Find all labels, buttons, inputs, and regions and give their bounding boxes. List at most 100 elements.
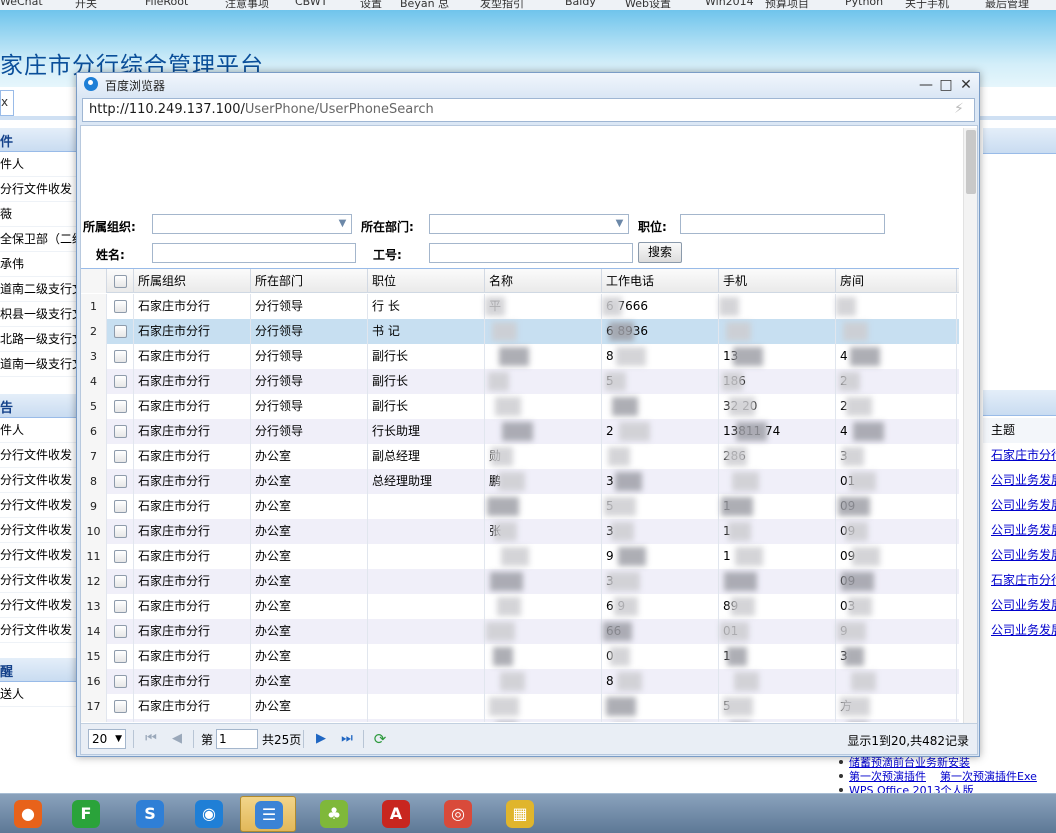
panel-list-item[interactable]: 道南一级支行文 xyxy=(0,352,80,377)
row-checkbox[interactable] xyxy=(114,625,127,638)
header-work-phone[interactable]: 工作电话 xyxy=(602,269,719,293)
table-row[interactable]: 9石家庄市分行办公室5109 xyxy=(81,494,959,519)
panel-list-item[interactable]: 分行文件收发 xyxy=(0,518,80,543)
rubik-icon[interactable]: ▦ xyxy=(506,800,534,828)
row-checkbox[interactable] xyxy=(114,425,127,438)
row-checkbox[interactable] xyxy=(114,375,127,388)
right-panel-link[interactable]: 公司业务发展 xyxy=(983,543,1056,568)
name-input[interactable] xyxy=(152,243,356,263)
current-page-input[interactable]: 1 xyxy=(216,729,258,749)
row-checkbox[interactable] xyxy=(114,350,127,363)
row-select-cell[interactable] xyxy=(107,544,134,569)
taskbar-item[interactable]: ♣ xyxy=(306,796,362,832)
panel-list-item[interactable]: 件人 xyxy=(0,418,80,443)
scrollbar-thumb[interactable] xyxy=(966,130,976,194)
favorite-link[interactable]: Web设置 xyxy=(625,0,671,10)
panel-list-item[interactable]: 分行文件收发 xyxy=(0,468,80,493)
dept-select[interactable]: ▼ xyxy=(429,214,629,234)
pdf-icon[interactable]: A xyxy=(382,800,410,828)
table-row[interactable]: 10石家庄市分行办公室张3109 xyxy=(81,519,959,544)
row-select-cell[interactable] xyxy=(107,694,134,719)
header-position[interactable]: 职位 xyxy=(368,269,485,293)
row-select-cell[interactable] xyxy=(107,344,134,369)
python-icon[interactable]: ♣ xyxy=(320,800,348,828)
right-panel-link[interactable]: 公司业务发展 xyxy=(983,468,1056,493)
panel-list-item[interactable]: 分行文件收发 xyxy=(0,493,80,518)
row-select-cell[interactable] xyxy=(107,444,134,469)
table-row[interactable]: 2石家庄市分行分行领导书 记6 8936 xyxy=(81,319,959,344)
favorite-link[interactable]: Python xyxy=(845,0,883,8)
panel-list-item[interactable]: 分行文件收发 xyxy=(0,568,80,593)
table-row[interactable]: 1石家庄市分行分行领导行 长平6 7666 xyxy=(81,294,959,319)
row-select-cell[interactable] xyxy=(107,494,134,519)
favorite-link[interactable]: WeChat xyxy=(0,0,43,8)
last-page-icon[interactable]: ⏭ xyxy=(339,730,355,748)
row-checkbox[interactable] xyxy=(114,550,127,563)
first-page-icon[interactable]: ⏮ xyxy=(143,730,159,748)
notes-icon[interactable]: ☰ xyxy=(255,801,283,829)
row-checkbox[interactable] xyxy=(114,650,127,663)
row-select-cell[interactable] xyxy=(107,669,134,694)
row-select-cell[interactable] xyxy=(107,369,134,394)
favorite-link[interactable]: FileRoot xyxy=(145,0,188,8)
vertical-scrollbar[interactable] xyxy=(963,128,977,742)
table-row[interactable]: 18石家庄市分行办公室安全保卫部负责人（兼1681810 xyxy=(81,719,959,722)
row-checkbox[interactable] xyxy=(114,300,127,313)
favorite-link[interactable]: 发型指引 xyxy=(480,0,524,10)
empno-input[interactable] xyxy=(429,243,633,263)
row-select-cell[interactable] xyxy=(107,419,134,444)
right-panel-link[interactable]: 公司业务发展 xyxy=(983,593,1056,618)
row-select-cell[interactable] xyxy=(107,619,134,644)
maximize-button[interactable]: □ xyxy=(936,75,956,95)
header-org[interactable]: 所属组织 xyxy=(134,269,251,293)
row-select-cell[interactable] xyxy=(107,319,134,344)
favorite-link[interactable]: Win2014 xyxy=(705,0,754,8)
right-panel-link[interactable]: 石家庄市分行 xyxy=(983,568,1056,593)
table-row[interactable]: 17石家庄市分行办公室5方 xyxy=(81,694,959,719)
panel-list-item[interactable]: 分行文件收发 xyxy=(0,177,80,202)
row-checkbox[interactable] xyxy=(114,600,127,613)
taskbar-item[interactable]: S xyxy=(122,796,178,832)
taskbar-item[interactable]: ● xyxy=(0,796,56,832)
panel-list-item[interactable]: 分行文件收发 xyxy=(0,543,80,568)
favorite-link[interactable]: 最后管理 xyxy=(985,0,1029,10)
firefox-icon[interactable]: ● xyxy=(14,800,42,828)
row-select-cell[interactable] xyxy=(107,294,134,319)
popup-titlebar[interactable]: 百度浏览器 — □ ✕ xyxy=(77,73,979,97)
header-mobile[interactable]: 手机 xyxy=(719,269,836,293)
row-select-cell[interactable] xyxy=(107,469,134,494)
row-checkbox[interactable] xyxy=(114,450,127,463)
header-name[interactable]: 名称 xyxy=(485,269,602,293)
panel-list-item[interactable]: 北路一级支行文 xyxy=(0,327,80,352)
favorite-link[interactable]: 关于手机 xyxy=(905,0,949,10)
header-select-all[interactable] xyxy=(107,269,134,293)
taskbar-item[interactable]: ◉ xyxy=(181,796,237,832)
taskbar-item[interactable]: A xyxy=(368,796,424,832)
chevron-down-icon[interactable]: ▼ xyxy=(334,215,351,233)
panel-list-item[interactable]: 承伟 xyxy=(0,252,80,277)
panel-list-item[interactable]: 道南二级支行文 xyxy=(0,277,80,302)
row-select-cell[interactable] xyxy=(107,719,134,722)
bg-tab-close[interactable]: x xyxy=(1,95,8,109)
table-row[interactable]: 14石家庄市分行办公室66019 xyxy=(81,619,959,644)
search-button[interactable]: 搜索 xyxy=(638,242,682,263)
favorite-link[interactable]: CBWT xyxy=(295,0,327,8)
header-dept[interactable]: 所在部门 xyxy=(251,269,368,293)
favorite-link[interactable]: 设置 xyxy=(360,0,382,10)
row-checkbox[interactable] xyxy=(114,675,127,688)
row-select-cell[interactable] xyxy=(107,594,134,619)
row-select-cell[interactable] xyxy=(107,394,134,419)
taskbar-item[interactable]: ◎ xyxy=(430,796,486,832)
select-all-checkbox[interactable] xyxy=(114,275,127,288)
row-select-cell[interactable] xyxy=(107,644,134,669)
favorite-link[interactable]: 开关 xyxy=(75,0,97,10)
favorite-link[interactable]: 注意事项 xyxy=(225,0,269,10)
baidu-browser-icon[interactable]: ◉ xyxy=(195,800,223,828)
refresh-icon[interactable]: ⟳ xyxy=(372,730,388,748)
table-row[interactable]: 4石家庄市分行分行领导副行长51862 xyxy=(81,369,959,394)
panel-list-item[interactable]: 送人 xyxy=(0,682,80,707)
sogou-icon[interactable]: S xyxy=(136,800,164,828)
row-checkbox[interactable] xyxy=(114,475,127,488)
panel-list-item[interactable]: 件人 xyxy=(0,152,80,177)
taskbar-item[interactable]: F xyxy=(58,796,114,832)
